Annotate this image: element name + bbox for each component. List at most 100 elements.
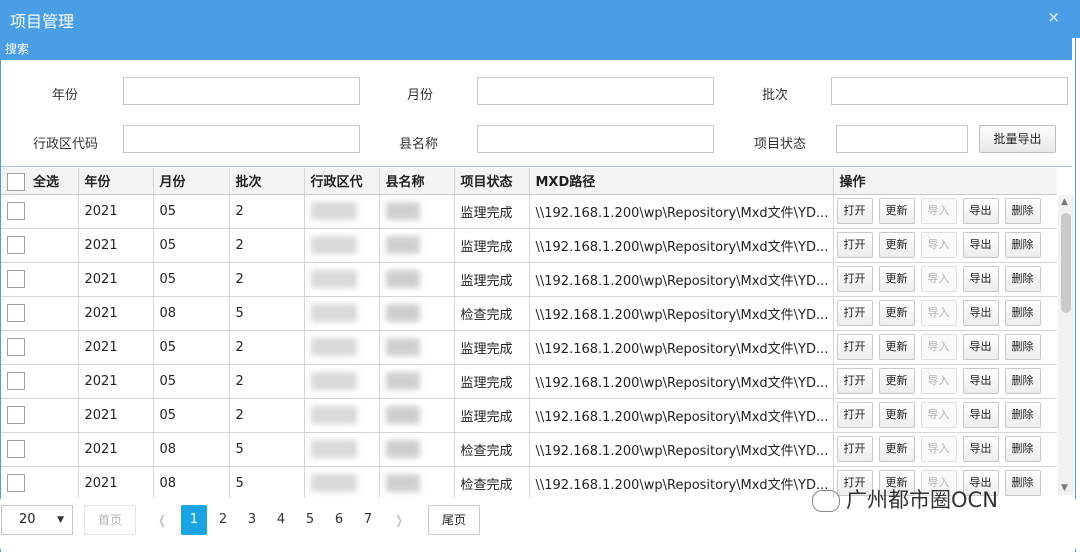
update-button[interactable]: 更新 [878,436,915,462]
page-number-1[interactable]: 1 [181,505,207,535]
export-button[interactable]: 导出 [962,300,999,326]
col-header-batch[interactable]: 批次 [229,168,305,195]
import-button[interactable]: 导入 [920,368,957,394]
county-input[interactable] [477,125,714,153]
open-button[interactable]: 打开 [836,266,873,292]
table-row[interactable]: 2021 05 2 监理完成 \\192.168.1.200\wp\Repository… [1,398,1057,433]
delete-button[interactable]: 删除 [1004,232,1041,258]
col-header-year[interactable]: 年份 [78,168,154,195]
table-row[interactable]: 2021 05 2 监理完成 \\192.168.1.200\wp\Repository… [1,228,1057,263]
export-button[interactable]: 导出 [962,232,999,258]
row-checkbox[interactable] [7,440,25,458]
row-checkbox[interactable] [7,304,25,322]
prev-page-icon[interactable]: ❬ [149,505,175,535]
update-button[interactable]: 更新 [878,232,915,258]
page-number-7[interactable]: 7 [355,505,381,535]
open-button[interactable]: 打开 [836,368,873,394]
page-size-select[interactable]: 20 ▼ [1,505,73,535]
table-row[interactable]: 2021 05 2 监理完成 \\192.168.1.200\wp\Repository… [1,194,1057,229]
export-button[interactable]: 导出 [962,266,999,292]
table-row[interactable]: 2021 08 5 检查完成 \\192.168.1.200\wp\Repository… [1,296,1057,331]
col-header-month[interactable]: 月份 [153,168,230,195]
select-all-header[interactable]: 全选 [1,168,79,195]
update-button[interactable]: 更新 [878,402,915,428]
first-page-button[interactable]: 首页 [84,505,136,535]
export-button[interactable]: 导出 [962,334,999,360]
row-select-cell[interactable] [1,296,79,331]
import-button[interactable]: 导入 [920,436,957,462]
row-select-cell[interactable] [1,194,79,229]
export-button[interactable]: 导出 [962,402,999,428]
update-button[interactable]: 更新 [878,334,915,360]
delete-button[interactable]: 删除 [1004,470,1041,496]
next-page-icon[interactable]: ❭ [386,505,412,535]
row-checkbox[interactable] [7,474,25,492]
scroll-up-icon[interactable]: ▲ [1061,197,1068,207]
row-checkbox[interactable] [7,338,25,356]
export-button[interactable]: 导出 [962,436,999,462]
open-button[interactable]: 打开 [836,232,873,258]
close-icon[interactable]: × [1047,8,1060,26]
open-button[interactable]: 打开 [836,198,873,224]
row-select-cell[interactable] [1,228,79,263]
import-button[interactable]: 导入 [920,402,957,428]
scroll-thumb[interactable] [1061,213,1071,313]
row-select-cell[interactable] [1,466,79,498]
month-input[interactable] [477,77,714,105]
row-checkbox[interactable] [7,236,25,254]
update-button[interactable]: 更新 [878,266,915,292]
select-all-checkbox[interactable] [7,173,25,191]
delete-button[interactable]: 删除 [1004,198,1041,224]
page-number-6[interactable]: 6 [326,505,352,535]
import-button[interactable]: 导入 [920,334,957,360]
col-header-admin-code[interactable]: 行政区代 [304,168,380,195]
delete-button[interactable]: 删除 [1004,368,1041,394]
vertical-scrollbar[interactable]: ▲ ▼ [1058,195,1074,495]
delete-button[interactable]: 删除 [1004,266,1041,292]
row-select-cell[interactable] [1,432,79,467]
last-page-button[interactable]: 尾页 [428,505,480,535]
row-select-cell[interactable] [1,364,79,399]
batch-export-button[interactable]: 批量导出 [979,125,1056,153]
table-row[interactable]: 2021 05 2 监理完成 \\192.168.1.200\wp\Repository… [1,330,1057,365]
admin-code-input[interactable] [123,125,360,153]
update-button[interactable]: 更新 [878,368,915,394]
page-number-5[interactable]: 5 [297,505,323,535]
delete-button[interactable]: 删除 [1004,300,1041,326]
batch-input[interactable] [831,77,1068,105]
col-header-county[interactable]: 县名称 [379,168,455,195]
row-checkbox[interactable] [7,270,25,288]
col-header-mxd-path[interactable]: MXD路径 [529,168,834,195]
import-button[interactable]: 导入 [920,198,957,224]
open-button[interactable]: 打开 [836,402,873,428]
page-number-3[interactable]: 3 [239,505,265,535]
import-button[interactable]: 导入 [920,232,957,258]
delete-button[interactable]: 删除 [1004,402,1041,428]
row-checkbox[interactable] [7,202,25,220]
page-number-2[interactable]: 2 [210,505,236,535]
open-button[interactable]: 打开 [836,334,873,360]
delete-button[interactable]: 删除 [1004,334,1041,360]
row-checkbox[interactable] [7,406,25,424]
export-button[interactable]: 导出 [962,198,999,224]
table-row[interactable]: 2021 05 2 监理完成 \\192.168.1.200\wp\Repository… [1,262,1057,297]
page-number-4[interactable]: 4 [268,505,294,535]
import-button[interactable]: 导入 [920,266,957,292]
table-row[interactable]: 2021 08 5 检查完成 \\192.168.1.200\wp\Repository… [1,432,1057,467]
row-select-cell[interactable] [1,330,79,365]
open-button[interactable]: 打开 [836,300,873,326]
update-button[interactable]: 更新 [878,198,915,224]
row-select-cell[interactable] [1,262,79,297]
status-input[interactable] [836,125,968,153]
table-row[interactable]: 2021 05 2 监理完成 \\192.168.1.200\wp\Repository… [1,364,1057,399]
update-button[interactable]: 更新 [878,300,915,326]
scroll-down-icon[interactable]: ▼ [1061,483,1068,493]
export-button[interactable]: 导出 [962,368,999,394]
row-checkbox[interactable] [7,372,25,390]
delete-button[interactable]: 删除 [1004,436,1041,462]
open-button[interactable]: 打开 [836,436,873,462]
col-header-status[interactable]: 项目状态 [454,168,530,195]
year-input[interactable] [123,77,360,105]
row-select-cell[interactable] [1,398,79,433]
import-button[interactable]: 导入 [920,300,957,326]
